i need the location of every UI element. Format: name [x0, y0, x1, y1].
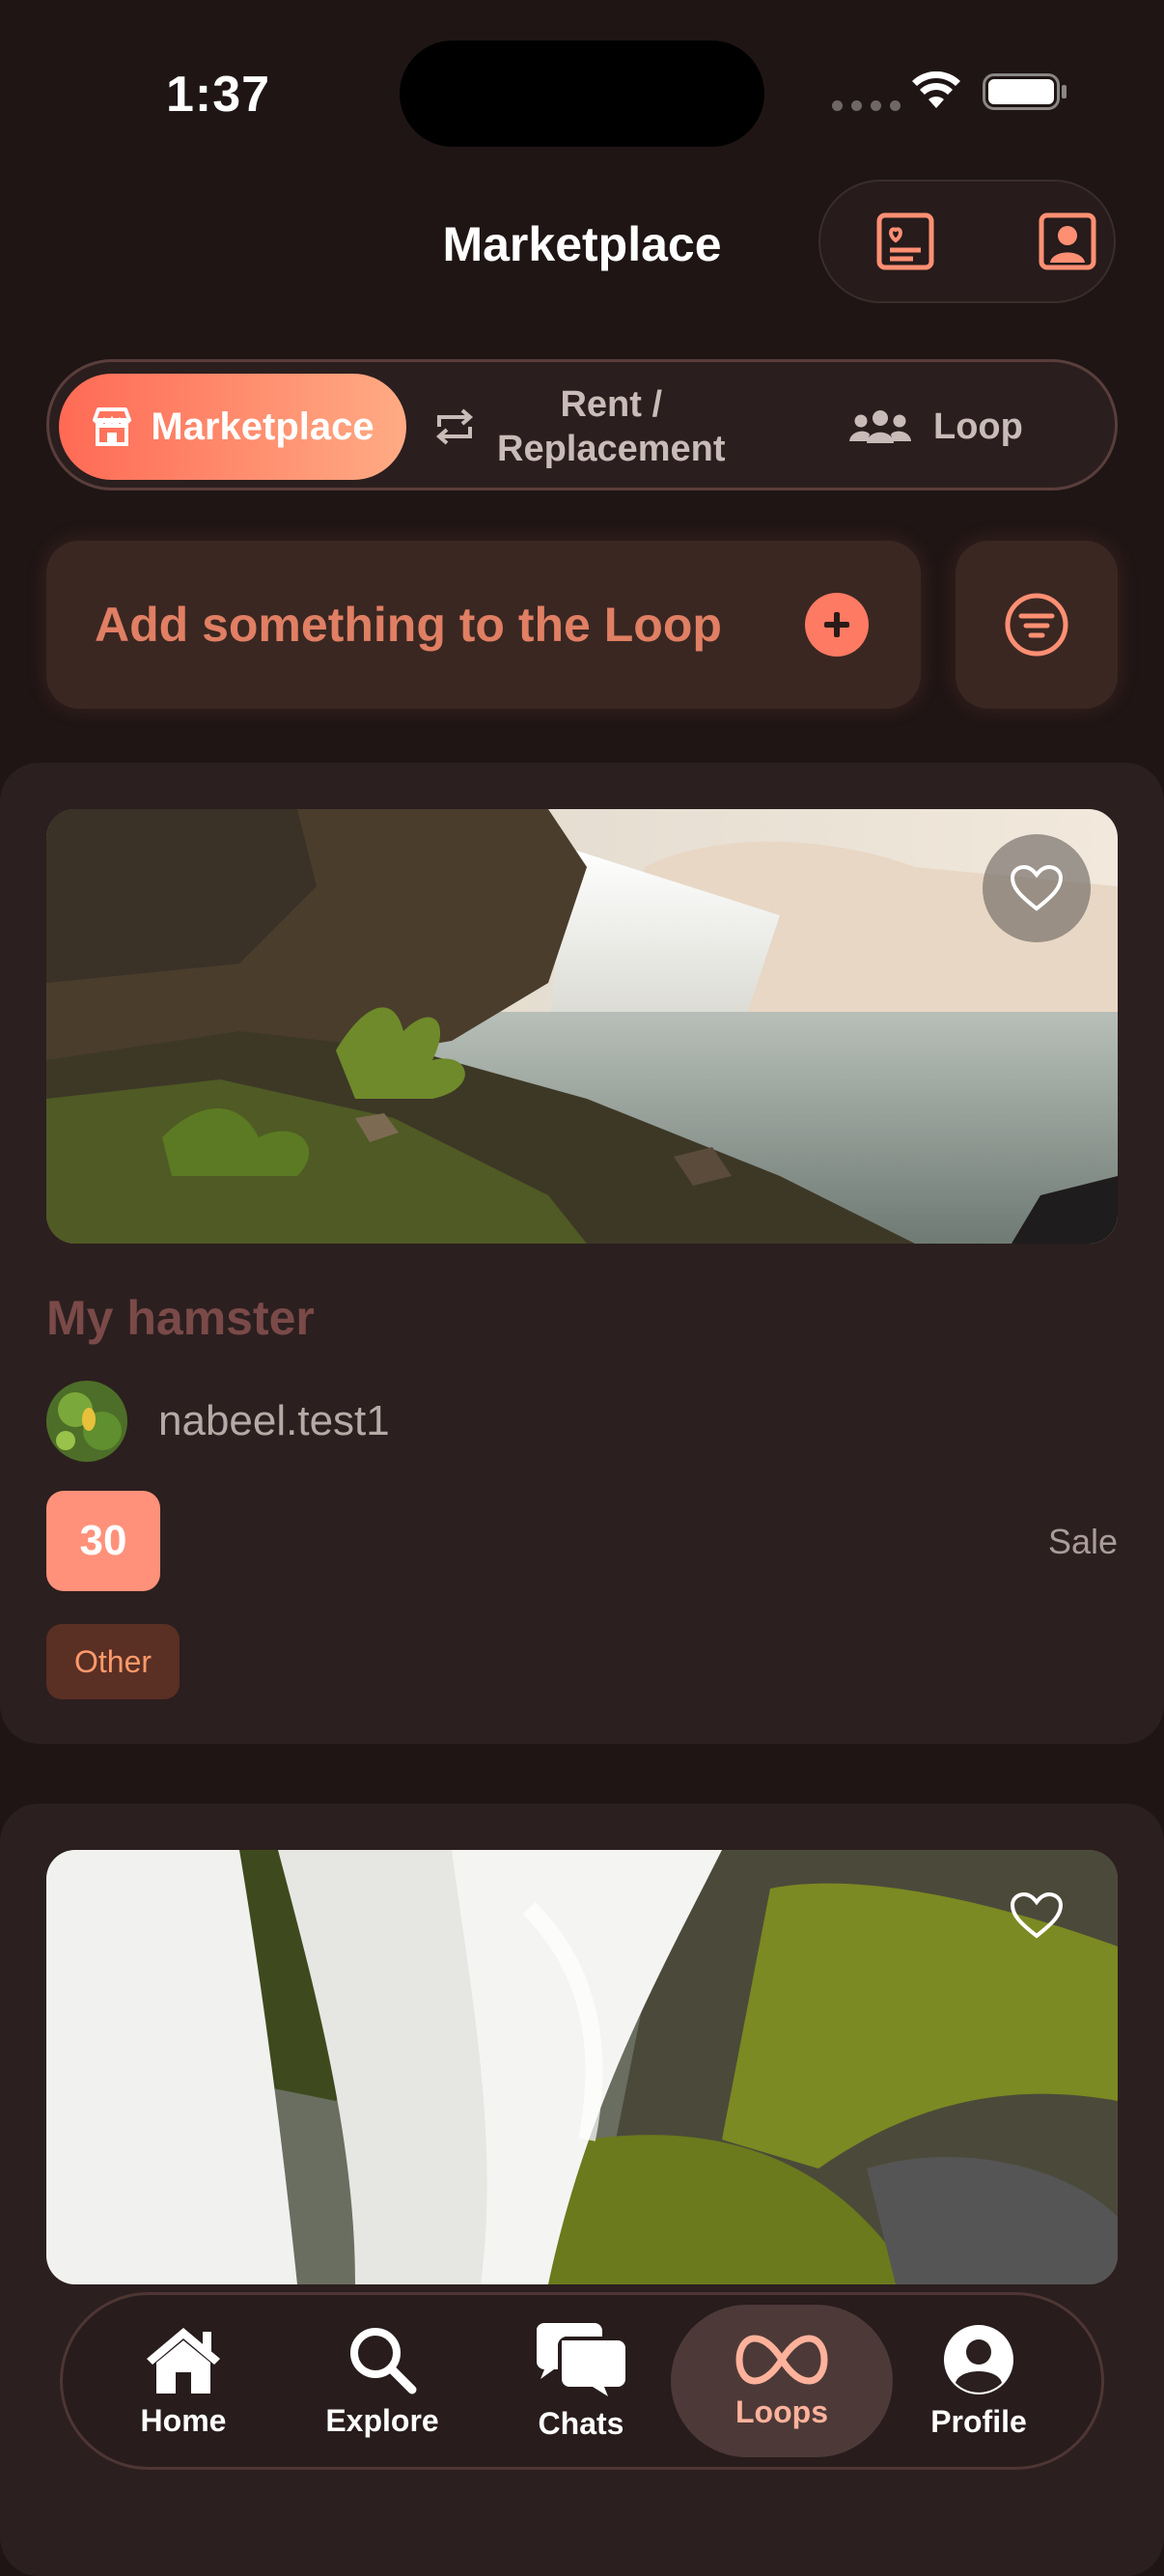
listing-title: My hamster [46, 1291, 315, 1345]
listing-heart-icon [876, 212, 934, 270]
add-to-loop-placeholder: Add something to the Loop [95, 598, 722, 652]
tab-rent-replacement[interactable]: Rent / Replacement [431, 374, 726, 480]
tab-profile[interactable]: Profile [887, 2295, 1070, 2467]
tab-loop[interactable]: Loop [846, 374, 1023, 480]
heart-icon [1010, 1891, 1064, 1939]
add-to-loop-bar[interactable]: Add something to the Loop [46, 541, 921, 709]
filter-button[interactable] [956, 541, 1118, 709]
favorite-button[interactable] [983, 1862, 1091, 1970]
category-segmented-control: Marketplace Rent / Replacement Loop [46, 359, 1118, 490]
filter-icon [1005, 593, 1068, 657]
battery-icon [983, 73, 1060, 110]
plus-icon [824, 612, 849, 637]
search-icon [350, 2327, 417, 2394]
bottom-tab-bar: Home Explore Chats Loops Profile [60, 2292, 1104, 2470]
saved-listings-button[interactable] [847, 183, 963, 299]
storefront-icon [93, 407, 132, 446]
repeat-icon [435, 408, 474, 445]
home-icon [147, 2327, 220, 2394]
contact-card-icon [1039, 212, 1096, 270]
cellular-signal-icon [832, 100, 901, 111]
my-profile-button[interactable] [1010, 183, 1125, 299]
tab-loop-label: Loop [933, 406, 1023, 447]
wifi-icon [912, 71, 960, 108]
tab-home-label: Home [140, 2402, 227, 2438]
listing-card[interactable]: My hamster nabeel.test1 30 Sale Other [0, 763, 1164, 1744]
tab-loops-label: Loops [735, 2394, 828, 2429]
tab-home[interactable]: Home [92, 2295, 275, 2467]
price-badge: 30 [46, 1491, 160, 1591]
category-tag: Other [46, 1624, 180, 1699]
dynamic-island [400, 41, 764, 147]
header-actions [818, 180, 1116, 303]
listing-image [46, 1850, 1118, 2284]
favorite-button[interactable] [983, 834, 1091, 942]
chat-bubbles-icon [537, 2322, 625, 2396]
heart-icon [1010, 864, 1064, 911]
seller-avatar [46, 1381, 127, 1462]
tab-chats-label: Chats [538, 2405, 624, 2441]
tab-profile-label: Profile [930, 2403, 1027, 2439]
status-time: 1:37 [166, 67, 271, 123]
tab-loops[interactable]: Loops [671, 2305, 893, 2457]
add-button[interactable] [805, 593, 869, 657]
listing-type: Sale [1047, 1522, 1118, 1561]
battery-cap [1062, 85, 1067, 98]
seller-name: nabeel.test1 [158, 1397, 390, 1444]
tab-chats[interactable]: Chats [489, 2295, 673, 2467]
tab-marketplace-label: Marketplace [151, 405, 374, 448]
infinity-icon [735, 2334, 828, 2385]
tab-marketplace[interactable]: Marketplace [59, 374, 406, 480]
tab-explore[interactable]: Explore [291, 2295, 474, 2467]
tab-explore-label: Explore [325, 2402, 439, 2438]
user-circle-icon [944, 2324, 1013, 2394]
listing-image [46, 809, 1118, 1244]
seller-row[interactable]: nabeel.test1 [46, 1381, 390, 1462]
tab-rent-label: Rent / Replacement [497, 384, 726, 469]
people-icon [849, 410, 911, 443]
